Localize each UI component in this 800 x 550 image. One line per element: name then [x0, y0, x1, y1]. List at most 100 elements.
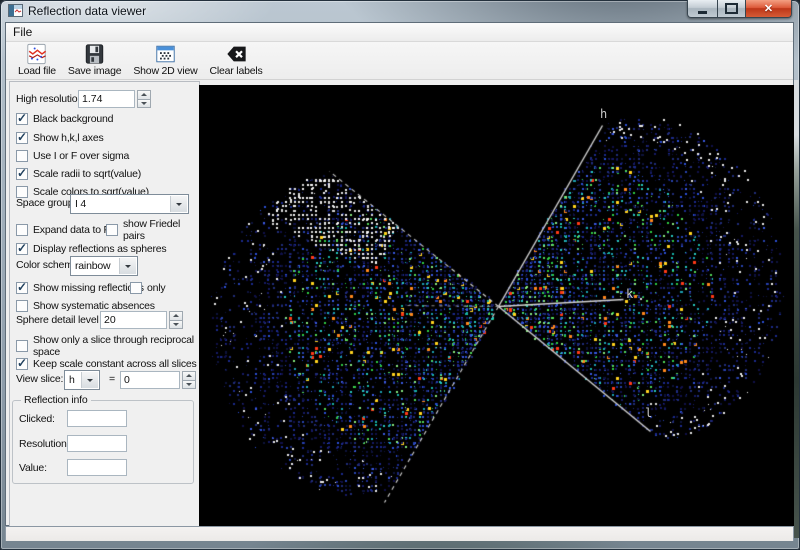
space-group-row: Space group: I 4 [10, 194, 199, 212]
checkbox-keep-scale[interactable]: Keep scale constant across all slices [16, 357, 197, 371]
value-input[interactable] [67, 459, 127, 476]
spin-up-icon[interactable] [169, 311, 183, 320]
reflection-info-title: Reflection info [21, 394, 91, 406]
spin-up-icon[interactable] [182, 371, 196, 380]
clicked-input[interactable] [67, 410, 127, 427]
settings-panel: High resolution: Black background Show h… [9, 81, 200, 529]
checkbox-box[interactable] [16, 150, 28, 162]
clear-labels-button[interactable]: Clear labels [204, 42, 269, 77]
sphere-detail-spinner[interactable] [169, 311, 183, 329]
checkbox-i-or-f-over-sigma[interactable]: Use I or F over sigma [16, 149, 129, 163]
sphere-detail-row: Sphere detail level [10, 311, 199, 329]
spin-down-icon[interactable] [182, 380, 196, 390]
checkbox-box[interactable] [16, 358, 28, 370]
show-2d-view-button[interactable]: Show 2D view [127, 42, 203, 77]
view-slice-axis-select[interactable]: h [64, 370, 100, 390]
client-area: File Load file [5, 22, 794, 526]
checkbox-box[interactable] [16, 340, 28, 352]
sphere-detail-input[interactable] [100, 311, 167, 329]
checkbox-box[interactable] [16, 113, 28, 125]
menubar: File [6, 23, 793, 42]
axis-label-h: h [600, 107, 607, 121]
app-icon [8, 4, 23, 17]
color-scheme-row: Color scheme: rainbow [10, 256, 199, 274]
spin-down-icon[interactable] [169, 320, 183, 330]
color-scheme-select[interactable]: rainbow [70, 256, 138, 276]
checkbox-label: Black background [33, 113, 113, 125]
save-image-icon [83, 43, 106, 65]
checkbox-display-spheres[interactable]: Display reflections as spheres [16, 242, 166, 256]
checkbox-box[interactable] [106, 224, 118, 236]
high-resolution-spinner[interactable] [137, 90, 151, 108]
checkbox-label: Show only a slice through reciprocal spa… [33, 334, 199, 358]
clear-labels-label: Clear labels [210, 65, 263, 77]
checkbox-show-slice[interactable]: Show only a slice through reciprocal spa… [16, 339, 199, 353]
maximize-button[interactable] [718, 0, 745, 18]
checkbox-box[interactable] [16, 243, 28, 255]
checkbox-label: show Friedel pairs [123, 218, 199, 242]
resolution-input[interactable] [67, 435, 127, 452]
checkbox-show-hkl-axes[interactable]: Show h,k,l axes [16, 131, 104, 145]
toolbar: Load file Save image [6, 42, 793, 80]
spin-down-icon[interactable] [137, 99, 151, 109]
checkbox-label: Show missing reflections [33, 282, 144, 294]
load-file-icon [25, 43, 48, 65]
spin-up-icon[interactable] [137, 90, 151, 99]
reflection-3d-viewport[interactable]: h k l [199, 85, 794, 527]
clear-labels-icon [225, 43, 248, 65]
checkbox-black-background[interactable]: Black background [16, 112, 113, 126]
high-resolution-input[interactable] [78, 90, 135, 108]
titlebar[interactable]: Reflection data viewer ✕ [0, 0, 800, 22]
checkbox-scale-radii[interactable]: Scale radii to sqrt(value) [16, 167, 141, 181]
close-button[interactable]: ✕ [745, 0, 792, 18]
color-scheme-value: rainbow [71, 260, 118, 272]
checkbox-label: Show h,k,l axes [33, 132, 104, 144]
resolution-label: Resolution: [19, 438, 69, 450]
close-icon: ✕ [764, 2, 773, 15]
reflection-info-group: Reflection info Clicked: Resolution: Val… [12, 400, 194, 484]
checkbox-label: Scale radii to sqrt(value) [33, 168, 141, 180]
save-image-label: Save image [68, 65, 121, 77]
clicked-label: Clicked: [19, 413, 55, 425]
checkbox-missing-only[interactable]: only [130, 281, 165, 295]
checkbox-label: Display reflections as spheres [33, 243, 166, 255]
value-label: Value: [19, 462, 47, 474]
equals-sign: = [109, 373, 115, 385]
view-slice-label: View slice: [16, 373, 63, 385]
view-slice-axis-value: h [65, 374, 80, 386]
minimize-icon [698, 11, 707, 14]
space-group-value: I 4 [71, 198, 169, 210]
checkbox-box[interactable] [16, 168, 28, 180]
load-file-button[interactable]: Load file [12, 42, 62, 77]
checkbox-box[interactable] [16, 224, 28, 236]
checkbox-label: Keep scale constant across all slices [33, 358, 197, 370]
checkbox-box[interactable] [16, 282, 28, 294]
chevron-down-icon[interactable] [170, 196, 187, 212]
window-controls: ✕ [687, 0, 792, 18]
view-slice-row: View slice: h = [10, 370, 199, 388]
view-slice-spinner[interactable] [182, 371, 196, 389]
chevron-down-icon[interactable] [119, 258, 136, 274]
menu-item-file[interactable]: File [6, 24, 39, 40]
checkbox-label: only [147, 282, 165, 294]
high-resolution-label: High resolution: [16, 93, 86, 105]
show-2d-view-icon [154, 43, 177, 65]
axis-label-k: k [626, 287, 633, 301]
minimize-button[interactable] [687, 0, 718, 18]
content-area: High resolution: Black background Show h… [6, 80, 793, 525]
high-resolution-row: High resolution: [10, 90, 199, 108]
save-image-button[interactable]: Save image [62, 42, 127, 77]
checkbox-box[interactable] [16, 132, 28, 144]
chevron-down-icon[interactable] [81, 372, 98, 388]
checkbox-show-missing[interactable]: Show missing reflections [16, 281, 144, 295]
axis-label-l: l [645, 406, 652, 420]
space-group-select[interactable]: I 4 [70, 194, 189, 214]
space-group-label: Space group: [16, 197, 76, 209]
checkbox-expand-p1[interactable]: Expand data to P1 [16, 223, 116, 237]
statusbar [5, 526, 794, 541]
scatter-canvas[interactable] [199, 85, 794, 527]
checkbox-friedel-pairs[interactable]: show Friedel pairs [106, 223, 199, 237]
checkbox-box[interactable] [130, 282, 142, 294]
view-slice-value-input[interactable] [120, 371, 180, 389]
sphere-detail-label: Sphere detail level [16, 314, 99, 326]
